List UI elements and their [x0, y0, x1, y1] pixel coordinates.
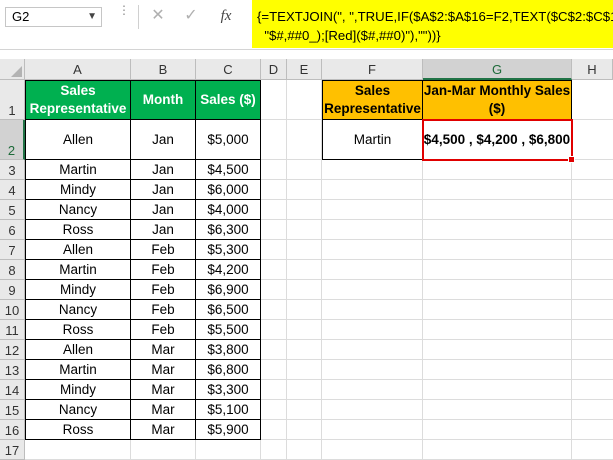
fill-handle[interactable]: [568, 156, 575, 163]
rep-cell[interactable]: Mindy: [25, 180, 131, 200]
divider: [138, 5, 139, 29]
formula-input[interactable]: {=TEXTJOIN(", ",TRUE,IF($A$2:$A$16=F2,TE…: [252, 0, 613, 48]
rep-cell[interactable]: Allen: [25, 120, 131, 160]
select-all-button[interactable]: [0, 59, 25, 80]
column-header-e[interactable]: E: [287, 59, 322, 80]
column-headers: A B C D E F G H: [0, 59, 613, 80]
row-header[interactable]: 1: [0, 80, 25, 120]
row-header[interactable]: 5: [0, 200, 25, 220]
row-header[interactable]: 16: [0, 420, 25, 440]
header-sales-representative[interactable]: Sales Representative: [25, 80, 131, 120]
header-lookup-sales[interactable]: Jan-Mar Monthly Sales ($): [423, 80, 572, 120]
row-header[interactable]: 7: [0, 240, 25, 260]
sales-cell[interactable]: $6,900: [196, 280, 261, 300]
month-cell[interactable]: Jan: [131, 200, 196, 220]
row-header[interactable]: 4: [0, 180, 25, 200]
header-month[interactable]: Month: [131, 80, 196, 120]
sales-cell[interactable]: $5,500: [196, 320, 261, 340]
row-header[interactable]: 9: [0, 280, 25, 300]
month-cell[interactable]: Feb: [131, 300, 196, 320]
sales-cell[interactable]: $4,200: [196, 260, 261, 280]
name-box-value: G2: [12, 9, 30, 24]
name-box[interactable]: G2 ▼: [5, 7, 102, 27]
column-header-h[interactable]: H: [572, 59, 613, 80]
month-cell[interactable]: Jan: [131, 160, 196, 180]
month-cell[interactable]: Mar: [131, 400, 196, 420]
enter-icon[interactable]: ✓: [181, 5, 201, 27]
sales-cell[interactable]: $6,800: [196, 360, 261, 380]
row-header[interactable]: 6: [0, 220, 25, 240]
month-cell[interactable]: Feb: [131, 320, 196, 340]
formula-line-2: "$#,##0_);[Red]($#,##0)"),""))}: [257, 28, 441, 43]
header-sales[interactable]: Sales ($): [196, 80, 261, 120]
row-header[interactable]: 2: [0, 120, 25, 160]
rep-cell[interactable]: Nancy: [25, 400, 131, 420]
column-header-g[interactable]: G: [423, 59, 572, 80]
lookup-rep-cell[interactable]: Martin: [322, 120, 423, 160]
month-cell[interactable]: Mar: [131, 420, 196, 440]
row-header[interactable]: 3: [0, 160, 25, 180]
month-cell[interactable]: Feb: [131, 260, 196, 280]
sales-cell[interactable]: $3,800: [196, 340, 261, 360]
month-cell[interactable]: Feb: [131, 240, 196, 260]
formula-bar: G2 ▼ ⋮ ✕ ✓ fx {=TEXTJOIN(", ",TRUE,IF($A…: [0, 0, 613, 50]
rep-cell[interactable]: Allen: [25, 240, 131, 260]
sales-cell[interactable]: $6,000: [196, 180, 261, 200]
sales-cell[interactable]: $5,300: [196, 240, 261, 260]
rep-cell[interactable]: Mindy: [25, 280, 131, 300]
rep-cell[interactable]: Allen: [25, 340, 131, 360]
rep-cell[interactable]: Nancy: [25, 300, 131, 320]
month-cell[interactable]: Jan: [131, 180, 196, 200]
month-cell[interactable]: Mar: [131, 360, 196, 380]
column-header-a[interactable]: A: [25, 59, 131, 80]
row-header[interactable]: 11: [0, 320, 25, 340]
month-cell[interactable]: Jan: [131, 220, 196, 240]
sales-cell[interactable]: $4,500: [196, 160, 261, 180]
column-header-f[interactable]: F: [322, 59, 423, 80]
rep-cell[interactable]: Ross: [25, 420, 131, 440]
rep-cell[interactable]: Ross: [25, 320, 131, 340]
row-header[interactable]: 15: [0, 400, 25, 420]
month-cell[interactable]: Feb: [131, 280, 196, 300]
row-header[interactable]: 14: [0, 380, 25, 400]
sales-cell[interactable]: $4,000: [196, 200, 261, 220]
sales-cell[interactable]: $3,300: [196, 380, 261, 400]
rep-cell[interactable]: Martin: [25, 360, 131, 380]
header-lookup-rep[interactable]: Sales Representative: [322, 80, 423, 120]
rep-cell[interactable]: Martin: [25, 260, 131, 280]
sales-cell[interactable]: $6,500: [196, 300, 261, 320]
lookup-result-cell[interactable]: $4,500 , $4,200 , $6,800: [423, 120, 572, 160]
month-cell[interactable]: Mar: [131, 380, 196, 400]
column-header-d[interactable]: D: [261, 59, 287, 80]
chevron-down-icon[interactable]: ▼: [87, 8, 97, 26]
resize-grip-icon[interactable]: ⋮: [118, 4, 130, 27]
row-header[interactable]: 12: [0, 340, 25, 360]
month-cell[interactable]: Jan: [131, 120, 196, 160]
rep-cell[interactable]: Nancy: [25, 200, 131, 220]
row-header[interactable]: 13: [0, 360, 25, 380]
rep-cell[interactable]: Ross: [25, 220, 131, 240]
month-cell[interactable]: Mar: [131, 340, 196, 360]
sales-cell[interactable]: $5,100: [196, 400, 261, 420]
column-header-c[interactable]: C: [196, 59, 261, 80]
row-header[interactable]: 17: [0, 440, 25, 460]
rep-cell[interactable]: Martin: [25, 160, 131, 180]
row-header[interactable]: 10: [0, 300, 25, 320]
insert-function-icon[interactable]: fx: [216, 5, 236, 27]
sales-cell[interactable]: $5,900: [196, 420, 261, 440]
column-header-b[interactable]: B: [131, 59, 196, 80]
divider: [0, 49, 613, 50]
sales-cell[interactable]: $5,000: [196, 120, 261, 160]
cancel-icon[interactable]: ✕: [148, 5, 168, 27]
sales-cell[interactable]: $6,300: [196, 220, 261, 240]
rep-cell[interactable]: Mindy: [25, 380, 131, 400]
row-header[interactable]: 8: [0, 260, 25, 280]
formula-line-1: {=TEXTJOIN(", ",TRUE,IF($A$2:$A$16=F2,TE…: [257, 9, 613, 24]
